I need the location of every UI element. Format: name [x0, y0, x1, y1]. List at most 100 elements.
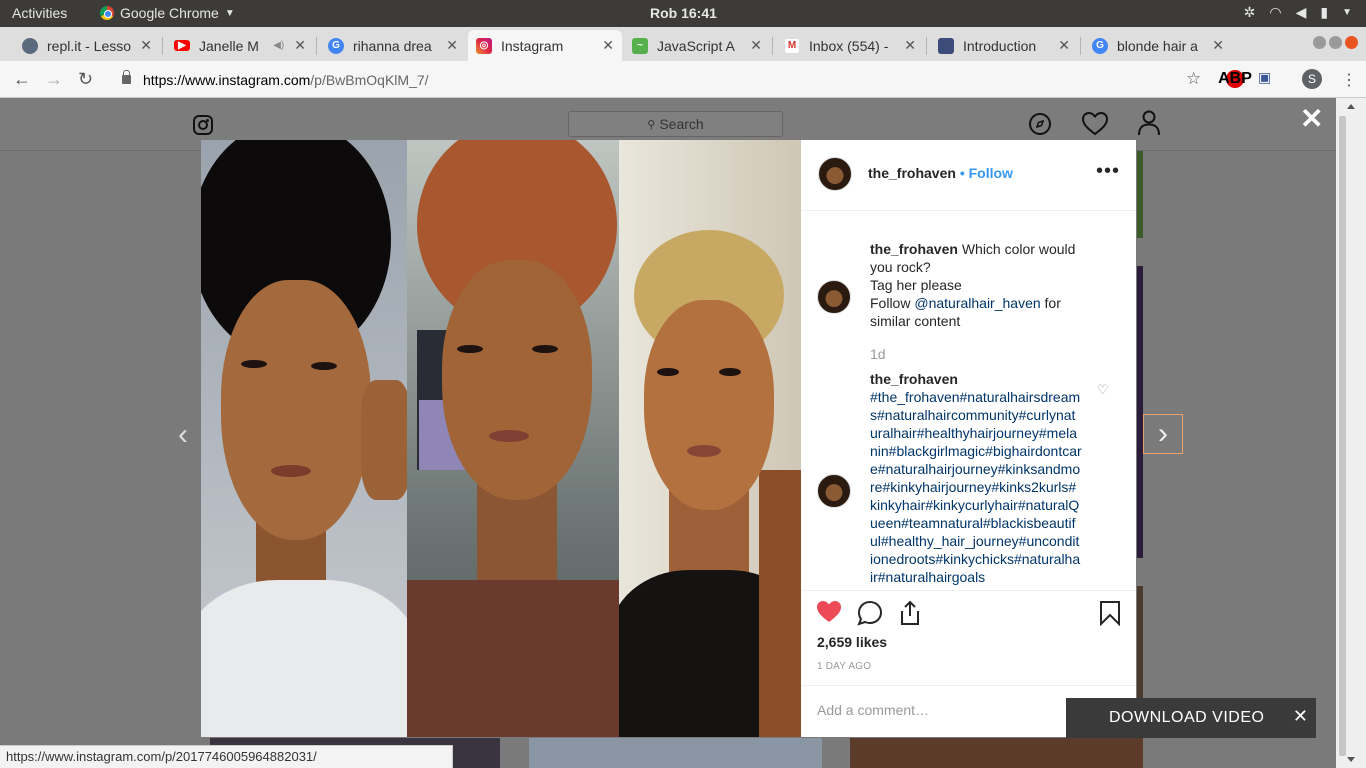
instagram-logo-icon[interactable]	[193, 115, 213, 135]
forward-icon[interactable]: →	[45, 69, 63, 90]
author-username[interactable]: the_frohaven	[868, 165, 956, 181]
grid-thumbnail[interactable]	[1137, 266, 1143, 558]
avatar[interactable]	[817, 280, 851, 314]
comment-author[interactable]: the_frohaven	[870, 371, 958, 387]
tab-replit[interactable]: repl.it - Lesso ✕	[14, 30, 160, 61]
explore-compass-icon[interactable]	[1028, 112, 1052, 142]
tab-youtube[interactable]: ▶ Janelle M ◀) ✕	[166, 30, 314, 61]
post-photo[interactable]	[201, 140, 801, 737]
adblock-extension-icon[interactable]: ABP	[1218, 70, 1252, 88]
profile-icon[interactable]	[1138, 110, 1160, 142]
activities-button[interactable]: Activities	[12, 5, 67, 21]
photo-panel-blonde-hair	[619, 140, 801, 737]
comment-bubble-icon[interactable]	[857, 600, 883, 633]
more-options-icon[interactable]: •••	[1096, 160, 1120, 183]
grid-thumbnail[interactable]	[850, 738, 1143, 768]
tab-introduction[interactable]: Introduction ✕	[930, 30, 1078, 61]
chart-favicon-icon: ~	[632, 37, 648, 54]
app-menu[interactable]: Google Chrome ▼	[100, 5, 235, 21]
settings-icon[interactable]: ✲	[1244, 4, 1256, 21]
lock-icon[interactable]	[122, 70, 131, 84]
like-comment-heart-icon[interactable]: ♡	[1097, 382, 1109, 398]
tab-close-icon[interactable]: ✕	[1212, 37, 1224, 54]
tab-title: blonde hair a	[1117, 37, 1198, 54]
minimize-button[interactable]	[1313, 36, 1326, 49]
google-favicon-icon: G	[328, 37, 344, 54]
system-tray[interactable]: ✲ ◠ ◀ ▮ ▼	[1244, 4, 1352, 21]
battery-icon[interactable]: ▮	[1320, 4, 1328, 21]
caption-line: Follow	[870, 295, 915, 311]
tab-close-icon[interactable]: ✕	[140, 37, 152, 54]
volume-icon[interactable]: ◀	[1296, 4, 1307, 21]
tab-close-icon[interactable]: ✕	[904, 37, 916, 54]
grid-thumbnail[interactable]	[1137, 151, 1143, 238]
comment-author[interactable]: the_frohaven	[870, 241, 958, 257]
avatar[interactable]	[817, 474, 851, 508]
tab-close-icon[interactable]: ✕	[294, 37, 306, 54]
clock[interactable]: Rob 16:41	[650, 5, 717, 21]
google-favicon-icon: G	[1092, 37, 1108, 54]
reload-icon[interactable]: ↻	[78, 69, 93, 90]
mention-link[interactable]: @naturalhair_haven	[914, 295, 1040, 311]
grid-thumbnail[interactable]	[529, 738, 822, 768]
profile-avatar[interactable]: S	[1302, 69, 1322, 89]
tab-title: Janelle M	[199, 37, 259, 54]
follow-button[interactable]: • Follow	[960, 165, 1013, 181]
hashtag-list[interactable]: #the_frohaven#naturalhairsdreams#natural…	[870, 389, 1082, 585]
photo-panel-black-hair	[201, 140, 407, 737]
download-video-button[interactable]: DOWNLOAD VIDEO	[1109, 709, 1264, 727]
tab-title: Instagram	[501, 37, 564, 54]
bookmark-star-icon[interactable]: ☆	[1186, 69, 1201, 89]
maximize-button[interactable]	[1329, 36, 1342, 49]
chevron-left-icon[interactable]: ‹	[178, 418, 188, 452]
tab-close-icon[interactable]: ✕	[750, 37, 762, 54]
close-modal-icon[interactable]: ✕	[1300, 102, 1323, 135]
comments-list[interactable]: the_frohaven Which color would you rock?…	[801, 212, 1136, 590]
window-controls	[1313, 36, 1358, 49]
chevron-down-icon[interactable]: ▼	[1342, 7, 1352, 18]
chrome-menu-icon[interactable]: ⋮	[1341, 70, 1357, 90]
wifi-icon[interactable]: ◠	[1269, 4, 1281, 21]
tab-google-blonde[interactable]: G blonde hair a ✕	[1084, 30, 1232, 61]
comment-timestamp[interactable]: 1d	[870, 345, 1082, 363]
extension-icon[interactable]: ▣	[1258, 69, 1271, 86]
post-actions: 2,659 likes 1 DAY AGO	[801, 590, 1136, 685]
share-icon[interactable]	[898, 600, 922, 633]
like-heart-icon[interactable]	[816, 600, 842, 631]
post-timestamp[interactable]: 1 DAY AGO	[817, 661, 871, 672]
likes-count[interactable]: 2,659 likes	[817, 634, 887, 650]
tab-title: Introduction	[963, 37, 1037, 54]
tab-close-icon[interactable]: ✕	[1058, 37, 1070, 54]
tab-instagram[interactable]: ◎ Instagram ✕	[468, 30, 622, 61]
chrome-icon	[100, 6, 114, 20]
tab-gmail[interactable]: M Inbox (554) - ✕	[776, 30, 924, 61]
back-icon[interactable]: ←	[13, 69, 31, 90]
tab-title: JavaScript A	[657, 37, 735, 54]
search-input[interactable]: ⚲ Search	[568, 111, 783, 137]
address-bar[interactable]: https://www.instagram.com/p/BwBmOqKlM_7/	[110, 65, 1214, 94]
tab-close-icon[interactable]: ✕	[446, 37, 458, 54]
chevron-right-icon[interactable]: ›	[1143, 414, 1183, 454]
tab-close-icon[interactable]: ✕	[602, 37, 614, 54]
tab-strip: repl.it - Lesso ✕ ▶ Janelle M ◀) ✕ G rih…	[0, 27, 1366, 79]
system-top-bar: Activities Google Chrome ▼ Rob 16:41 ✲ ◠…	[0, 0, 1366, 27]
close-icon[interactable]: ✕	[1293, 706, 1308, 727]
speaker-icon[interactable]: ◀)	[273, 40, 284, 51]
close-window-button[interactable]	[1345, 36, 1358, 49]
status-bar-url: https://www.instagram.com/p/201774600596…	[0, 745, 453, 768]
page-scrollbar[interactable]	[1336, 98, 1366, 768]
comment-input[interactable]	[817, 702, 1067, 718]
tab-title: repl.it - Lesso	[47, 37, 132, 54]
download-video-bar[interactable]: DOWNLOAD VIDEO ✕	[1066, 698, 1316, 738]
activity-heart-icon[interactable]	[1081, 111, 1109, 142]
bookmark-icon[interactable]	[1099, 600, 1121, 633]
post-details-panel: the_frohaven • Follow ••• the_frohaven W…	[801, 140, 1136, 737]
avatar[interactable]	[818, 157, 852, 191]
search-placeholder: Search	[659, 116, 704, 132]
tab-google-rihanna[interactable]: G rihanna drea ✕	[320, 30, 466, 61]
app-menu-label: Google Chrome	[120, 5, 219, 21]
post-author: the_frohaven • Follow	[868, 165, 1013, 181]
tab-javascript[interactable]: ~ JavaScript A ✕	[624, 30, 770, 61]
replit-favicon-icon	[22, 37, 38, 54]
post-header: the_frohaven • Follow •••	[801, 140, 1136, 211]
